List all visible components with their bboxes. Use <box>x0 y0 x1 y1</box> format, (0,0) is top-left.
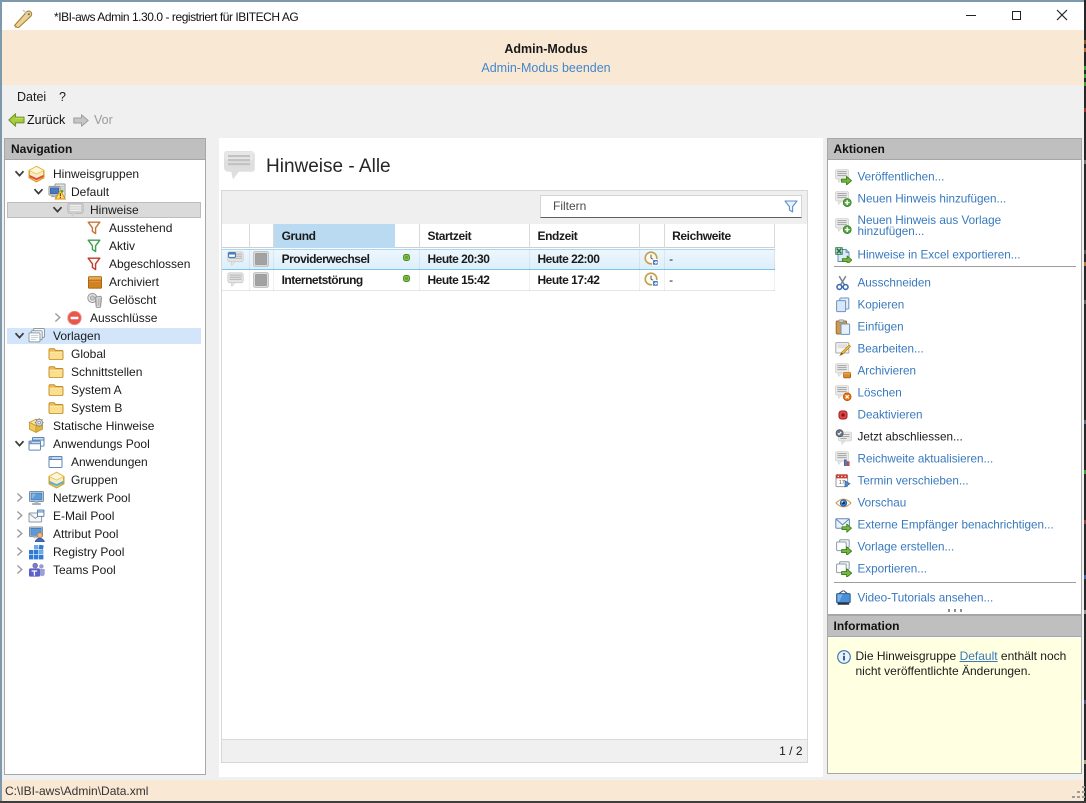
svg-text:17: 17 <box>838 480 844 486</box>
